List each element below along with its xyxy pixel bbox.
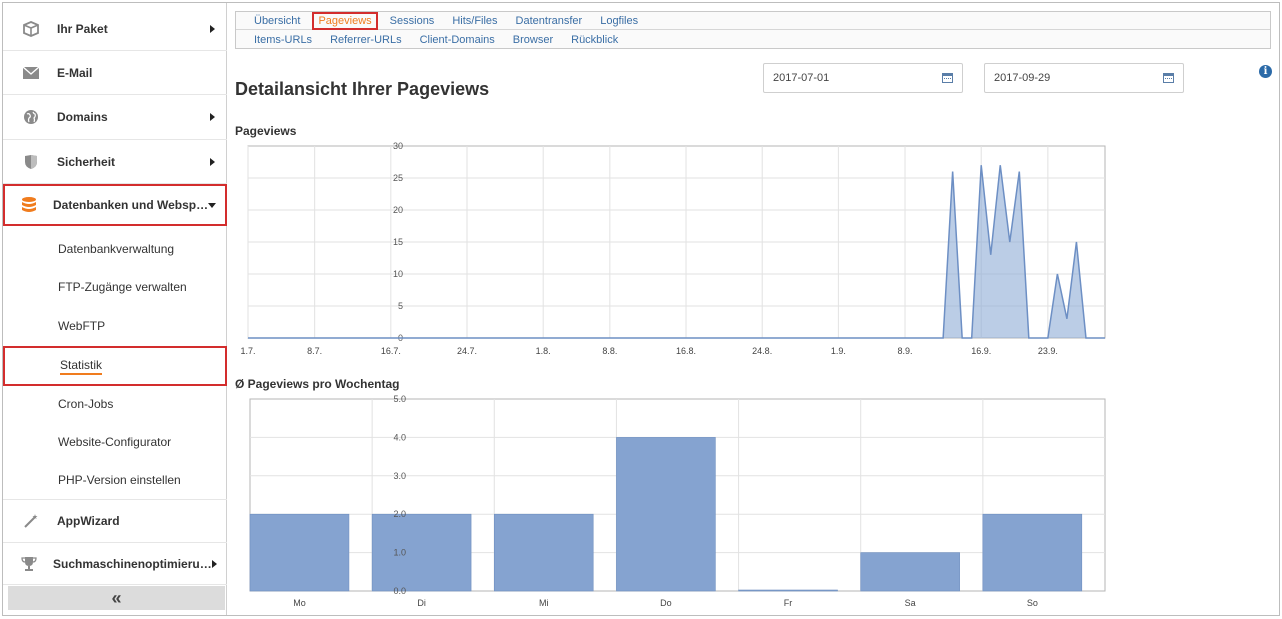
x-tick-label: 16.8. <box>676 346 696 356</box>
sidebar-item-label: E-Mail <box>57 65 93 80</box>
chevron-right-icon <box>210 113 215 121</box>
sidebar-subitem-php-version[interactable]: PHP-Version einstellen <box>3 461 227 499</box>
tab-hits-files[interactable]: Hits/Files <box>446 15 503 27</box>
sidebar: Ihr Paket E-Mail Domains Sicherheit Date… <box>3 3 227 615</box>
tab-rueckblick[interactable]: Rückblick <box>565 34 624 46</box>
sidebar-item-domains[interactable]: Domains <box>3 95 227 140</box>
tab-uebersicht[interactable]: Übersicht <box>248 15 306 27</box>
y-tick-label: 5 <box>398 301 403 311</box>
sidebar-subitem-statistik[interactable]: Statistik <box>3 346 227 386</box>
chevron-right-icon <box>210 24 215 33</box>
x-tick-label: 1.9. <box>831 346 846 356</box>
chevron-right-icon <box>211 559 217 568</box>
chevron-down-icon <box>208 202 217 208</box>
y-tick-label: 20 <box>393 205 403 215</box>
y-tick-label: 3.0 <box>393 471 406 481</box>
weekday-bar-chart: Mo Di Mi Do Fr Sa So 0.0 1.0 2.0 3.0 4.0 5.0 <box>249 394 1106 608</box>
y-tick-label: 10 <box>393 269 403 279</box>
mail-icon <box>21 63 41 83</box>
sidebar-subitem-cron-jobs[interactable]: Cron-Jobs <box>3 385 227 423</box>
tab-browser[interactable]: Browser <box>507 34 559 46</box>
sidebar-item-label: Sicherheit <box>57 154 116 169</box>
sidebar-item-email[interactable]: E-Mail <box>3 51 227 95</box>
sidebar-item-label: AppWizard <box>57 514 120 528</box>
date-to-value: 2017-09-29 <box>994 72 1051 84</box>
x-tick-label: 24.8. <box>752 346 772 356</box>
sidebar-subitem-datenbankverwaltung[interactable]: Datenbankverwaltung <box>3 230 227 268</box>
shield-icon <box>21 152 41 172</box>
x-tick-label: So <box>1027 598 1038 608</box>
tab-logfiles[interactable]: Logfiles <box>594 15 644 27</box>
bar-mi <box>493 513 594 592</box>
y-tick-label: 5.0 <box>393 394 406 404</box>
y-tick-label: 15 <box>393 237 403 247</box>
y-tick-label: 4.0 <box>393 432 406 442</box>
x-tick-label: 16.7. <box>381 346 401 356</box>
tab-bar: Übersicht Pageviews Sessions Hits/Files … <box>235 11 1271 49</box>
x-tick-label: 24.7. <box>457 346 477 356</box>
globe-icon <box>21 107 41 127</box>
calendar-icon[interactable] <box>942 73 953 83</box>
date-to-field[interactable]: 2017-09-29 <box>984 63 1184 93</box>
sidebar-subitem-webftp[interactable]: WebFTP <box>3 307 227 345</box>
x-tick-label: Fr <box>784 598 793 608</box>
tab-row-primary: Übersicht Pageviews Sessions Hits/Files … <box>236 11 1270 30</box>
chart-pageviews-title: Pageviews <box>235 124 297 138</box>
sidebar-item-suchmaschinenoptimierung[interactable]: Suchmaschinenoptimieru… <box>3 543 227 585</box>
x-tick-label: 1.7. <box>240 346 255 356</box>
tab-items-urls[interactable]: Items-URLs <box>248 34 318 46</box>
sidebar-item-label: Suchmaschinenoptimieru… <box>53 556 212 571</box>
x-tick-label: Do <box>660 598 672 608</box>
sidebar-item-datenbanken[interactable]: Datenbanken und Websp… <box>3 184 227 226</box>
x-tick-label: Sa <box>905 598 916 608</box>
sidebar-item-sicherheit[interactable]: Sicherheit <box>3 140 227 184</box>
sidebar-item-label: Domains <box>57 110 108 124</box>
x-tick-label: 1.8. <box>536 346 551 356</box>
bar-so <box>982 513 1083 592</box>
x-tick-label: Mi <box>539 598 549 608</box>
tab-referrer-urls[interactable]: Referrer-URLs <box>324 34 408 46</box>
x-tick-label: 8.8. <box>602 346 617 356</box>
x-tick-label: Di <box>417 598 426 608</box>
y-tick-label: 1.0 <box>393 548 406 558</box>
date-from-field[interactable]: 2017-07-01 <box>763 63 963 93</box>
x-tick-label: 8.7. <box>307 346 322 356</box>
tab-client-domains[interactable]: Client-Domains <box>414 34 501 46</box>
y-tick-label: 30 <box>393 141 403 151</box>
page-title: Detailansicht Ihrer Pageviews <box>235 79 490 99</box>
tab-sessions[interactable]: Sessions <box>384 15 441 27</box>
magic-wand-icon <box>21 511 41 531</box>
sidebar-item-label: Ihr Paket <box>57 21 108 36</box>
x-tick-label: 23.9. <box>1038 346 1058 356</box>
tab-pageviews[interactable]: Pageviews <box>312 11 378 30</box>
bar-mo <box>249 513 350 592</box>
x-tick-label: 16.9. <box>971 346 991 356</box>
y-tick-label: 2.0 <box>393 509 406 519</box>
pageviews-area-chart: 1.7. 8.7. 16.7. 24.7. 1.8. 8.8. 16.8. 24.8. 1.9.… <box>240 141 1106 356</box>
sidebar-item-ihr-paket[interactable]: Ihr Paket <box>3 7 227 51</box>
package-icon <box>21 19 41 39</box>
y-tick-label: 25 <box>393 173 403 183</box>
x-tick-label: 8.9. <box>898 346 913 356</box>
bar-di <box>371 513 472 592</box>
x-tick-label: Mo <box>293 598 306 608</box>
bar-fr <box>738 589 838 592</box>
sidebar-collapse-button[interactable]: « <box>8 586 225 610</box>
sidebar-subitem-website-configurator[interactable]: Website-Configurator <box>3 423 227 461</box>
chart-weekday-title: Ø Pageviews pro Wochentag <box>235 377 400 391</box>
tab-row-secondary: Items-URLs Referrer-URLs Client-Domains … <box>236 31 624 49</box>
y-tick-label: 0.0 <box>393 586 406 596</box>
tab-datentransfer[interactable]: Datentransfer <box>510 15 589 27</box>
trophy-icon <box>21 554 37 574</box>
sidebar-subitem-ftp-zugaenge[interactable]: FTP-Zugänge verwalten <box>3 268 227 306</box>
sidebar-item-label: Datenbanken und Websp… <box>53 198 209 212</box>
date-from-value: 2017-07-01 <box>773 72 830 84</box>
sidebar-item-appwizard[interactable]: AppWizard <box>3 499 227 543</box>
calendar-icon[interactable] <box>1163 73 1174 83</box>
bar-sa <box>860 552 960 592</box>
bar-do <box>616 437 716 592</box>
info-icon[interactable]: i <box>1259 65 1272 78</box>
chevron-right-icon <box>210 157 215 166</box>
database-icon <box>21 195 37 215</box>
